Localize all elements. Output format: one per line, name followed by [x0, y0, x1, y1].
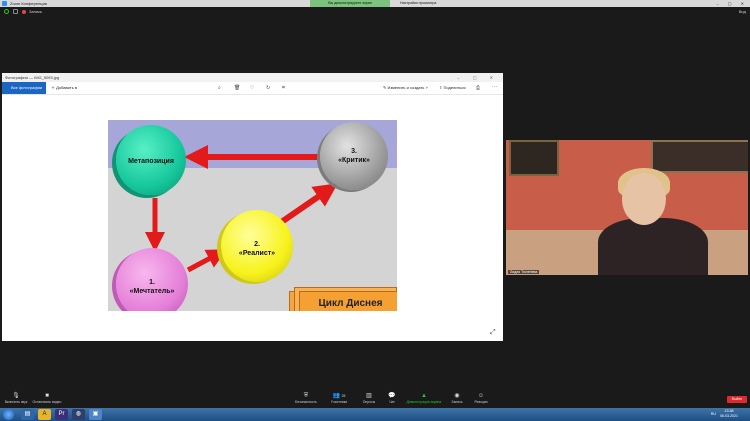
language-indicator[interactable]: RU: [711, 412, 716, 416]
clock-date: 06.03.2021: [720, 414, 738, 418]
add-to-label: Добавить в: [56, 85, 78, 90]
view-options-link[interactable]: Настройки просмотра: [400, 0, 460, 7]
chrome-taskbar-icon[interactable]: ◍: [72, 409, 85, 420]
cycle-title: Цикл Диснея: [299, 291, 397, 311]
chat-icon: 💬: [388, 393, 396, 399]
realist-circle: 2. «Реалист»: [221, 210, 293, 282]
participants-count: 25: [341, 394, 346, 398]
leave-button[interactable]: Выйти: [727, 396, 747, 403]
share-screen-label: Демонстрация экрана: [406, 400, 442, 404]
zoom-title-bar: Zoom Конференция Вы демонстрируете экран…: [0, 0, 750, 7]
zoom-controls-bar: 🎙 Включить звук ■ Остановить видео ⛨ Без…: [0, 391, 750, 408]
all-photos-label: Все фотографии: [11, 85, 43, 90]
participant-face: [622, 173, 666, 225]
recording-dot-icon: [22, 10, 26, 14]
participants-label: Участники: [330, 400, 348, 404]
photos-taskbar-icon[interactable]: ▣: [89, 409, 102, 420]
window-controls[interactable]: – ▢ ✕: [716, 1, 748, 6]
record-label: Запись: [451, 400, 463, 404]
participant-body: [598, 218, 708, 275]
crop-icon[interactable]: ⌗: [282, 85, 285, 91]
zoom-window-title: Zoom Конференция: [10, 1, 47, 6]
share-screen-button[interactable]: ▲ Демонстрация экрана: [404, 392, 444, 404]
wall-picture-left: [509, 140, 559, 176]
all-photos-button[interactable]: Все фотографии: [2, 82, 46, 94]
add-to-button[interactable]: ＋ Добавить в: [51, 85, 77, 91]
critic-label: «Критик»: [338, 157, 370, 164]
realist-number: 2.: [254, 241, 260, 248]
reactions-label: Реакции: [474, 400, 488, 404]
photos-title-bar: Фотографии — IMG_5093.jpg – ▢ ✕: [2, 73, 503, 82]
wall-picture-right: [651, 140, 748, 173]
dreamer-circle: 1. «Мечтатель»: [116, 248, 188, 311]
arrow-dreamer-to-realist: [186, 249, 227, 273]
rotate-icon[interactable]: ↻: [266, 85, 270, 91]
security-button[interactable]: ⛨ Безопасность: [292, 392, 320, 404]
share-label: Поделиться: [443, 85, 466, 90]
polls-button[interactable]: ▥ Опросы: [359, 392, 379, 404]
zoom-app-icon: [2, 1, 7, 6]
speaker-view-button[interactable]: Вид: [739, 9, 746, 14]
participants-button[interactable]: 👥 25 Участники: [327, 392, 351, 404]
dreamer-number: 1.: [149, 279, 155, 286]
record-icon: ◉: [454, 393, 460, 399]
chat-label: Чат: [389, 400, 395, 404]
reactions-icon: ☺: [477, 393, 485, 399]
chat-button[interactable]: 💬 Чат: [384, 392, 400, 404]
slide-image: Метапозиция 1. «Мечтатель» 2. «Реалист» …: [108, 120, 397, 311]
critic-circle: 3. «Критик»: [320, 122, 388, 190]
polls-label: Опросы: [362, 400, 376, 404]
mute-button[interactable]: 🎙 Включить звук: [3, 392, 29, 404]
camera-icon: ■: [45, 393, 49, 399]
photos-window: Фотографии — IMG_5093.jpg – ▢ ✕ Все фото…: [2, 73, 503, 341]
share-button[interactable]: ⇪ Поделиться: [439, 85, 466, 90]
critic-number: 3.: [351, 148, 357, 155]
edit-create-label: Изменить и создать: [387, 85, 425, 90]
delete-icon[interactable]: 🗑: [234, 85, 240, 91]
start-button[interactable]: [3, 409, 14, 420]
print-icon[interactable]: ⎙: [476, 85, 480, 91]
realist-label: «Реалист»: [238, 250, 276, 257]
participants-icon: 👥 25: [332, 393, 346, 399]
metaposition-label: Метапозиция: [128, 158, 174, 165]
participant-video[interactable]: Лидия Тюленева: [506, 140, 748, 275]
premiere-taskbar-icon[interactable]: Pr: [55, 409, 68, 420]
zoom-top-bar: Запись Вид: [0, 7, 750, 17]
security-shield-icon[interactable]: [4, 9, 9, 14]
recording-label[interactable]: Запись: [29, 9, 42, 14]
fullscreen-expand-icon[interactable]: ⤢: [490, 329, 496, 337]
share-screen-icon: ▲: [421, 393, 427, 399]
photos-window-controls[interactable]: – ▢ ✕: [457, 75, 499, 80]
clock[interactable]: 13:38 06.03.2021: [720, 409, 738, 419]
reactions-button[interactable]: ☺ Реакции: [470, 392, 492, 404]
windows-taskbar: ▤ A Pr ◍ ▣ RU 13:38 06.03.2021: [0, 408, 750, 421]
metaposition-circle: Метапозиция: [116, 125, 186, 195]
more-options-icon[interactable]: ···: [492, 84, 497, 90]
zoom-icon[interactable]: ⌕: [218, 85, 221, 91]
photos-toolbar: Все фотографии ＋ Добавить в ⌕ 🗑 ♡ ↻ ⌗ ✎ …: [2, 82, 503, 95]
video-label: Остановить видео: [32, 400, 62, 404]
mute-label: Включить звук: [4, 400, 28, 404]
dreamer-label: «Мечтатель»: [129, 288, 175, 295]
edit-create-button[interactable]: ✎ Изменить и создать ˅: [383, 85, 428, 90]
info-icon[interactable]: [13, 9, 18, 14]
favorite-icon[interactable]: ♡: [250, 85, 254, 91]
video-button[interactable]: ■ Остановить видео: [32, 392, 62, 404]
arrow-realist-to-critic: [278, 183, 338, 226]
app-a-taskbar-icon[interactable]: A: [38, 409, 51, 420]
sharing-notice[interactable]: Вы демонстрируете экран: [310, 0, 390, 7]
photos-window-title: Фотографии — IMG_5093.jpg: [5, 75, 60, 80]
microphone-icon: 🎙: [12, 393, 20, 399]
polls-icon: ▥: [366, 393, 372, 399]
security-label: Безопасность: [295, 400, 317, 404]
explorer-taskbar-icon[interactable]: ▤: [21, 409, 34, 420]
shield-icon: ⛨: [303, 393, 309, 399]
participant-name-label: Лидия Тюленева: [508, 270, 540, 274]
record-button[interactable]: ◉ Запись: [448, 392, 466, 404]
